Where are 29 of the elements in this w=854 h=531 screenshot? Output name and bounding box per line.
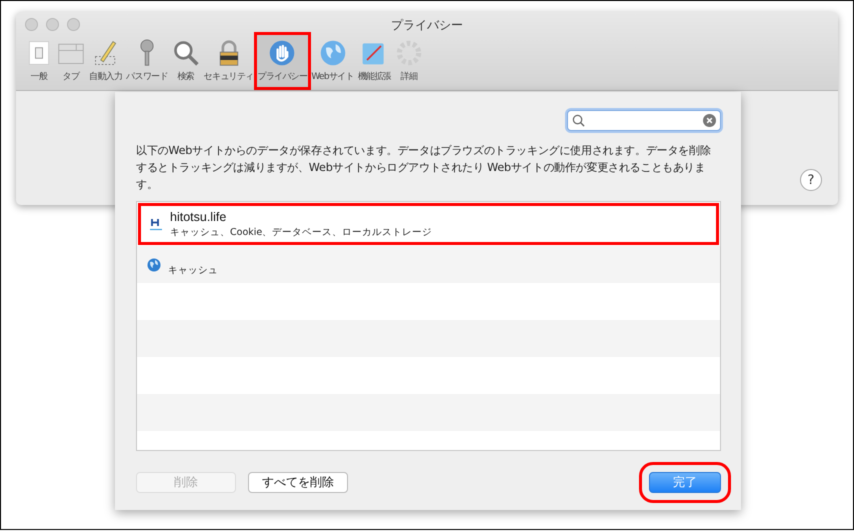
description-text: 以下のWebサイトからのデータが保存されています。データはブラウズのトラッキングに使用されます。データを削除するとトラッキングは減りますが、Webサイトからログアウトされたり Webサイトの動作が変更されることもあります。 [136, 143, 712, 193]
site-data-types: キャッシュ、Cookie、データベース、ローカルストレージ [170, 226, 432, 238]
toolbar-tab[interactable]: 一般 [24, 35, 54, 87]
site-row[interactable]: hitotsu.life キャッシュ、Cookie、データベース、ローカルストレージ [137, 202, 720, 246]
close-button[interactable] [25, 18, 38, 31]
window-title: プライバシー [391, 17, 463, 34]
clear-icon[interactable] [703, 114, 716, 127]
minimize-button[interactable] [46, 18, 59, 31]
toolbar-tab[interactable]: Webサイト [310, 35, 355, 87]
toolbar-tab[interactable]: 検索 [170, 35, 201, 87]
site-name: hitotsu.life [170, 210, 228, 224]
delete-button[interactable]: すべてを削除 [248, 472, 348, 493]
search-icon [572, 114, 585, 127]
toolbar-tab[interactable]: 詳細 [394, 35, 424, 87]
toolbar-tab[interactable]: パスワード [125, 35, 169, 87]
globe-icon [147, 258, 161, 272]
search-field[interactable] [567, 110, 721, 131]
toolbar-tab[interactable]: セキュリティ [202, 35, 255, 87]
globe-icon [318, 39, 347, 67]
help-button[interactable]: ? [800, 169, 822, 191]
hand-icon [268, 39, 296, 67]
zoom-button[interactable] [67, 18, 80, 31]
toolbar-tab[interactable]: プライバシー [256, 35, 308, 87]
site-logo-icon [149, 217, 163, 231]
search-icon [172, 39, 200, 67]
toolbar-tab[interactable]: タブ [56, 35, 86, 87]
toolbar-tab[interactable]: 自動入力 [88, 35, 124, 87]
site-data-types: キャッシュ [168, 264, 218, 277]
toolbar-tab[interactable]: 機能拡張 [356, 35, 392, 87]
